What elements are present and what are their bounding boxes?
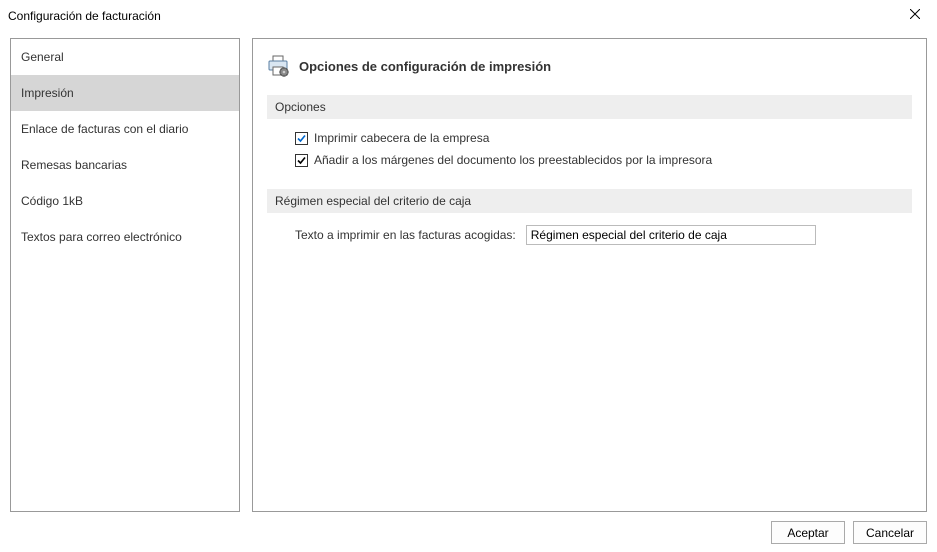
sidebar: General Impresión Enlace de facturas con… <box>10 38 240 512</box>
sidebar-item-remesas[interactable]: Remesas bancarias <box>11 147 239 183</box>
main-panel: Opciones de configuración de impresión O… <box>252 38 927 512</box>
checkbox-icon <box>295 154 308 167</box>
panel-header: Opciones de configuración de impresión <box>267 55 912 77</box>
sidebar-item-label: Remesas bancarias <box>21 158 127 172</box>
field-label: Texto a imprimir en las facturas acogida… <box>295 228 516 242</box>
sidebar-item-label: Código 1kB <box>21 194 83 208</box>
dialog-footer: Aceptar Cancelar <box>771 521 927 544</box>
sidebar-item-label: Textos para correo electrónico <box>21 230 182 244</box>
sidebar-item-codigo-1kb[interactable]: Código 1kB <box>11 183 239 219</box>
section-header-regimen: Régimen especial del criterio de caja <box>267 189 912 213</box>
checkbox-icon <box>295 132 308 145</box>
panel-heading: Opciones de configuración de impresión <box>299 59 551 74</box>
sidebar-item-label: Enlace de facturas con el diario <box>21 122 188 136</box>
sidebar-item-textos-correo[interactable]: Textos para correo electrónico <box>11 219 239 255</box>
printer-gear-icon <box>267 55 289 77</box>
sidebar-item-enlace-facturas[interactable]: Enlace de facturas con el diario <box>11 111 239 147</box>
option-label: Imprimir cabecera de la empresa <box>314 131 489 145</box>
option-add-margins[interactable]: Añadir a los márgenes del documento los … <box>295 153 912 167</box>
cancel-button[interactable]: Cancelar <box>853 521 927 544</box>
dialog-body: General Impresión Enlace de facturas con… <box>10 38 927 512</box>
accept-button[interactable]: Aceptar <box>771 521 845 544</box>
window-title: Configuración de facturación <box>8 9 161 23</box>
sidebar-item-label: General <box>21 50 64 64</box>
option-label: Añadir a los márgenes del documento los … <box>314 153 712 167</box>
sidebar-item-general[interactable]: General <box>11 39 239 75</box>
field-texto-imprimir: Texto a imprimir en las facturas acogida… <box>295 225 912 245</box>
section-header-opciones: Opciones <box>267 95 912 119</box>
option-print-header[interactable]: Imprimir cabecera de la empresa <box>295 131 912 145</box>
texto-imprimir-input[interactable] <box>526 225 816 245</box>
sidebar-item-impresion[interactable]: Impresión <box>11 75 239 111</box>
titlebar: Configuración de facturación <box>0 0 937 32</box>
sidebar-item-label: Impresión <box>21 86 74 100</box>
close-button[interactable] <box>892 0 937 28</box>
close-icon <box>910 9 920 19</box>
